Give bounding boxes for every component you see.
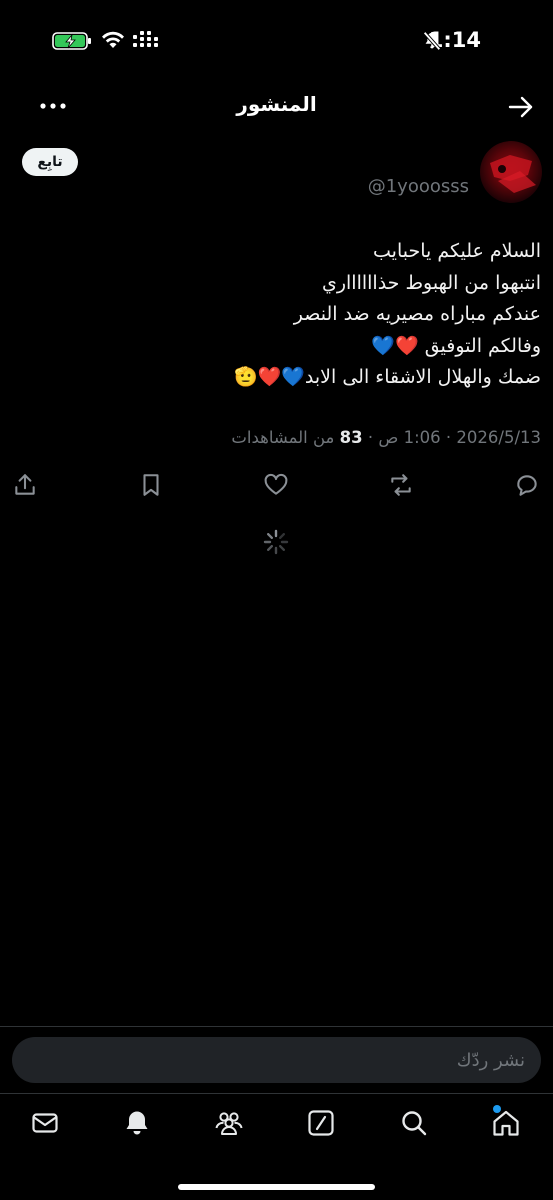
views-label: من المشاهدات <box>231 428 335 447</box>
divider <box>0 1026 553 1027</box>
page-title: المنشور <box>236 92 317 116</box>
post-line: وفالكم التوفيق ❤️💙 <box>371 334 541 357</box>
reply-composer[interactable] <box>12 1037 541 1083</box>
post-date: 2026/5/13 <box>456 428 541 447</box>
reply-icon[interactable] <box>514 472 542 500</box>
avatar[interactable] <box>480 141 542 203</box>
bell-off-icon <box>421 30 443 52</box>
messages-icon[interactable] <box>30 1108 60 1138</box>
wifi-icon <box>100 29 126 51</box>
follow-button[interactable]: تابِع <box>22 148 78 176</box>
bookmark-icon[interactable] <box>138 472 166 500</box>
repost-icon[interactable] <box>388 472 416 500</box>
battery-icon <box>52 31 92 51</box>
post-line: السلام عليكم ياحبايب <box>373 240 541 262</box>
post-line: عندكم مباراه مصيريه ضد النصر <box>293 303 541 325</box>
status-bar: 1:14 <box>0 0 553 82</box>
post-text: السلام عليكم ياحبايب انتبهوا من الهبوط ح… <box>11 236 541 394</box>
post-header: المنشور <box>0 82 553 134</box>
post-line: انتبهوا من الهبوط حذااااااري <box>321 271 541 294</box>
post-actions <box>0 470 553 502</box>
post-line: ضمك والهلال الاشقاء الى الابد💙❤️🫡 <box>233 366 541 388</box>
views-count: 83 <box>339 428 363 447</box>
cellular-signal-icon <box>133 31 161 51</box>
bottom-nav <box>0 1094 553 1164</box>
communities-icon[interactable] <box>214 1108 244 1138</box>
post-meta: 2026/5/13 · 1:06 ص · 83 من المشاهدات <box>231 428 541 447</box>
search-icon[interactable] <box>399 1108 429 1138</box>
user-handle[interactable]: @1yooosss <box>368 176 469 197</box>
back-arrow-icon[interactable] <box>507 94 535 120</box>
notifications-icon[interactable] <box>122 1108 152 1138</box>
like-icon[interactable] <box>263 472 291 500</box>
home-indicator <box>178 1184 375 1190</box>
grok-icon[interactable] <box>306 1108 336 1138</box>
post-time: 1:06 ص <box>378 428 441 447</box>
notification-dot <box>493 1105 501 1113</box>
loading-spinner-icon <box>262 528 290 556</box>
share-icon[interactable] <box>12 472 40 500</box>
reply-input[interactable] <box>12 1037 541 1083</box>
